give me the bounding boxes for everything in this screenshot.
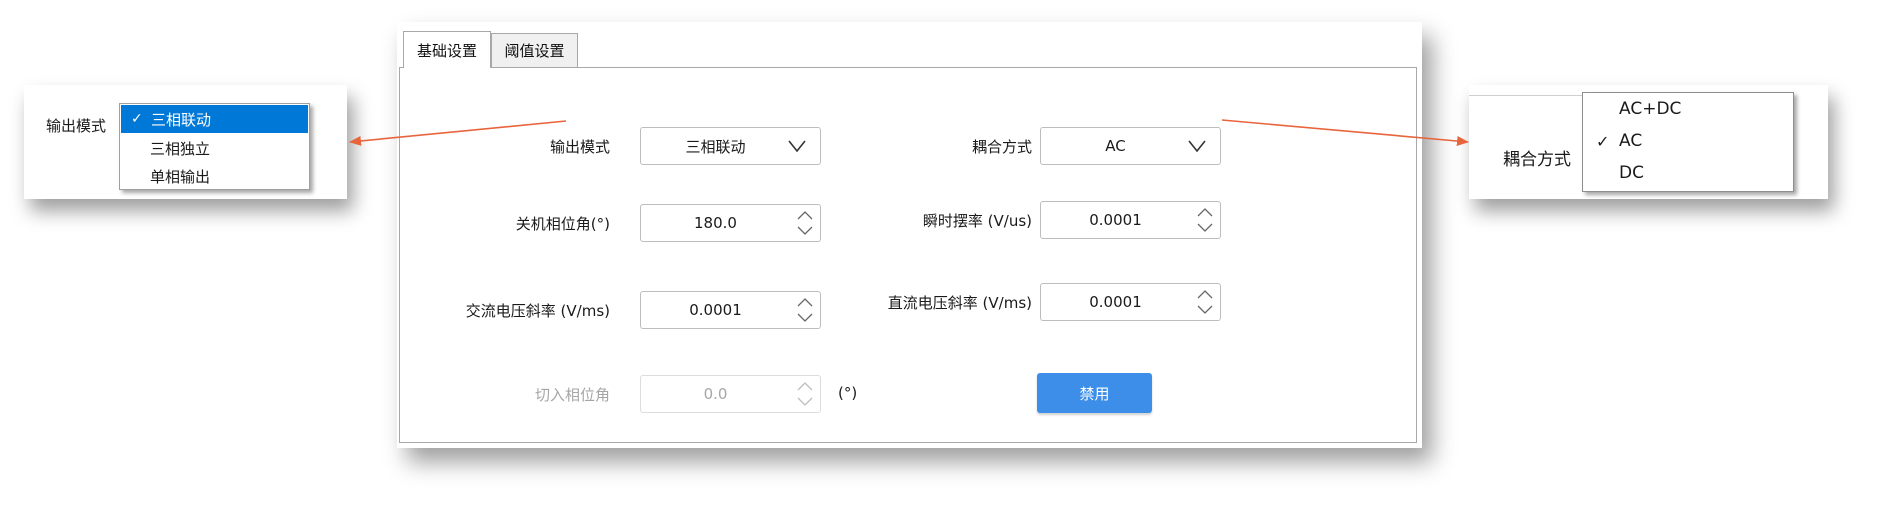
cut-in-phase-label: 切入相位角	[534, 386, 610, 404]
output-mode-callout: 输出模式 ✓ 三相联动 三相独立 单相输出	[24, 85, 347, 199]
check-icon: ✓	[131, 111, 143, 127]
dropdown-option[interactable]: AC+DC	[1583, 93, 1793, 125]
ac-slope-label: 交流电压斜率 (V/ms)	[465, 302, 610, 320]
settings-panel: 基础设置 阈值设置 输出模式 三相联动 耦合方式 AC 关机相位角(°) 180…	[397, 22, 1422, 448]
check-icon: ✓	[1596, 131, 1610, 151]
dropdown-option[interactable]: DC	[1583, 157, 1793, 189]
cut-in-phase-value: 0.0	[703, 385, 728, 403]
cut-in-phase-unit: (°)	[838, 384, 858, 402]
output-mode-dropdown-list: ✓ 三相联动 三相独立 单相输出	[119, 103, 310, 190]
dc-slope-label: 直流电压斜率 (V/ms)	[887, 294, 1032, 312]
chevron-down-icon	[788, 140, 806, 153]
spin-down-icon[interactable]	[796, 312, 814, 323]
chevron-down-icon	[1188, 140, 1206, 153]
callout-coupling-label: 耦合方式	[1503, 150, 1571, 170]
dropdown-option[interactable]: 三相独立	[120, 134, 309, 162]
spin-down-icon[interactable]	[1196, 222, 1214, 233]
option-label: AC+DC	[1619, 99, 1682, 119]
shutdown-phase-label: 关机相位角(°)	[515, 215, 610, 233]
option-label: DC	[1619, 163, 1644, 183]
dc-slope-value: 0.0001	[1089, 293, 1142, 311]
spin-up-icon[interactable]	[796, 297, 814, 308]
window-edge	[1469, 85, 1582, 96]
spin-up-icon[interactable]	[796, 381, 814, 392]
instant-slew-label: 瞬时摆率 (V/us)	[922, 212, 1032, 230]
basic-settings-content: 输出模式 三相联动 耦合方式 AC 关机相位角(°) 180.0 瞬时摆率 (V…	[399, 67, 1417, 443]
spin-up-icon[interactable]	[1196, 207, 1214, 218]
shutdown-phase-spinbox[interactable]: 180.0	[640, 204, 821, 242]
cut-in-phase-spinbox[interactable]: 0.0	[640, 375, 821, 413]
output-mode-combo[interactable]: 三相联动	[640, 127, 821, 165]
coupling-combo[interactable]: AC	[1040, 127, 1221, 165]
option-label: 三相独立	[150, 139, 211, 158]
coupling-dropdown-list: AC+DC ✓ AC DC	[1582, 92, 1794, 192]
coupling-label: 耦合方式	[971, 138, 1032, 156]
spin-down-icon[interactable]	[1196, 304, 1214, 315]
spin-down-icon[interactable]	[796, 225, 814, 236]
dropdown-option[interactable]: ✓ 三相联动	[121, 105, 308, 133]
dropdown-option[interactable]: ✓ AC	[1583, 125, 1793, 157]
tab-threshold-settings[interactable]: 阈值设置	[491, 33, 578, 67]
spin-up-icon[interactable]	[1196, 289, 1214, 300]
spin-up-icon[interactable]	[796, 210, 814, 221]
ac-slope-value: 0.0001	[689, 301, 742, 319]
spin-down-icon[interactable]	[796, 396, 814, 407]
instant-slew-spinbox[interactable]: 0.0001	[1040, 201, 1221, 239]
option-label: 三相联动	[151, 110, 212, 129]
dc-slope-spinbox[interactable]: 0.0001	[1040, 283, 1221, 321]
callout-output-mode-label: 输出模式	[46, 117, 107, 135]
ac-slope-spinbox[interactable]: 0.0001	[640, 291, 821, 329]
tab-basic-settings[interactable]: 基础设置	[403, 31, 491, 68]
option-label: 单相输出	[150, 167, 211, 186]
dropdown-option[interactable]: 单相输出	[120, 162, 309, 190]
option-label: AC	[1619, 131, 1643, 151]
instant-slew-value: 0.0001	[1089, 211, 1142, 229]
coupling-callout: 耦合方式 AC+DC ✓ AC DC	[1469, 85, 1828, 199]
shutdown-phase-value: 180.0	[694, 214, 737, 232]
disable-button[interactable]: 禁用	[1037, 373, 1152, 413]
output-mode-label: 输出模式	[549, 138, 610, 156]
